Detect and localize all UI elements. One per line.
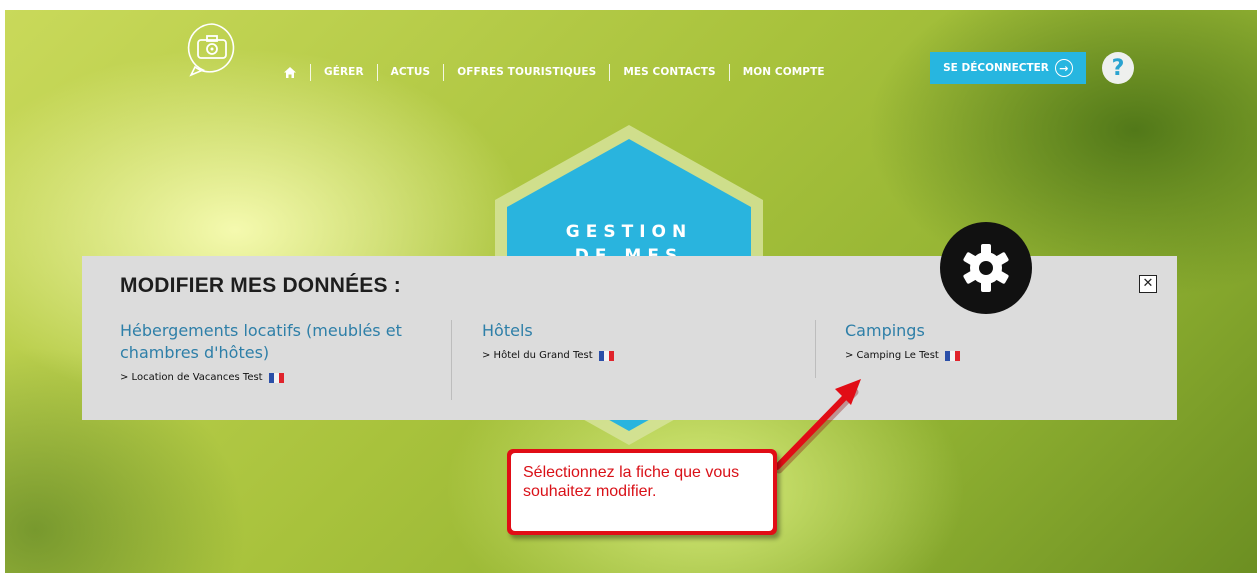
category-title: Campings [845,321,925,340]
listing-link-hotel[interactable]: > Hôtel du Grand Test [482,350,782,361]
gear-badge [940,222,1032,314]
nav-item-offres-touristiques[interactable]: OFFRES TOURISTIQUES [444,66,609,78]
help-button[interactable]: ? [1102,52,1134,84]
column-campings: Campings > Camping Le Test [845,320,1145,361]
nav-item-mes-contacts[interactable]: MES CONTACTS [610,66,728,78]
close-icon[interactable]: ✕ [1139,275,1157,293]
annotation-arrow-icon [774,379,861,474]
category-title: Hôtels [482,321,533,340]
panel-title: MODIFIER MES DONNÉES : [120,274,401,297]
listing-link-label: > Location de Vacances Test [120,372,263,383]
listing-link-camping[interactable]: > Camping Le Test [845,350,1145,361]
arrow-right-circle-icon: → [1054,59,1073,77]
listing-link-label: > Camping Le Test [845,350,939,361]
home-icon [284,66,296,78]
annotation-callout-text: Sélectionnez la fiche que vous souhaitez… [511,453,773,531]
listing-link-label: > Hôtel du Grand Test [482,350,593,361]
nav-item-gerer[interactable]: GÉRER [311,66,377,78]
column-hebergements: Hébergements locatifs (meublés et chambr… [120,320,420,383]
french-flag-icon [598,350,614,361]
home-link[interactable] [283,66,310,79]
camera-logo-icon[interactable] [183,20,241,78]
annotation-callout: Sélectionnez la fiche que vous souhaitez… [507,449,777,535]
category-title: Hébergements locatifs (meublés et chambr… [120,321,402,362]
gear-icon [963,244,1009,292]
background: GÉRER ACTUS OFFRES TOURISTIQUES MES CONT… [5,10,1257,573]
listing-link-location[interactable]: > Location de Vacances Test [120,372,420,383]
french-flag-icon [944,350,960,361]
nav-item-mon-compte[interactable]: MON COMPTE [730,66,838,78]
french-flag-icon [268,372,284,383]
column-divider [815,320,816,378]
column-divider [451,320,452,400]
column-hotels: Hôtels > Hôtel du Grand Test [482,320,782,361]
nav-item-actus[interactable]: ACTUS [378,66,444,78]
main-nav: GÉRER ACTUS OFFRES TOURISTIQUES MES CONT… [283,62,838,82]
logout-label: SE DÉCONNECTER [943,62,1049,74]
hero-title-line1: GESTION [565,222,693,242]
logout-button[interactable]: SE DÉCONNECTER → [930,52,1086,84]
